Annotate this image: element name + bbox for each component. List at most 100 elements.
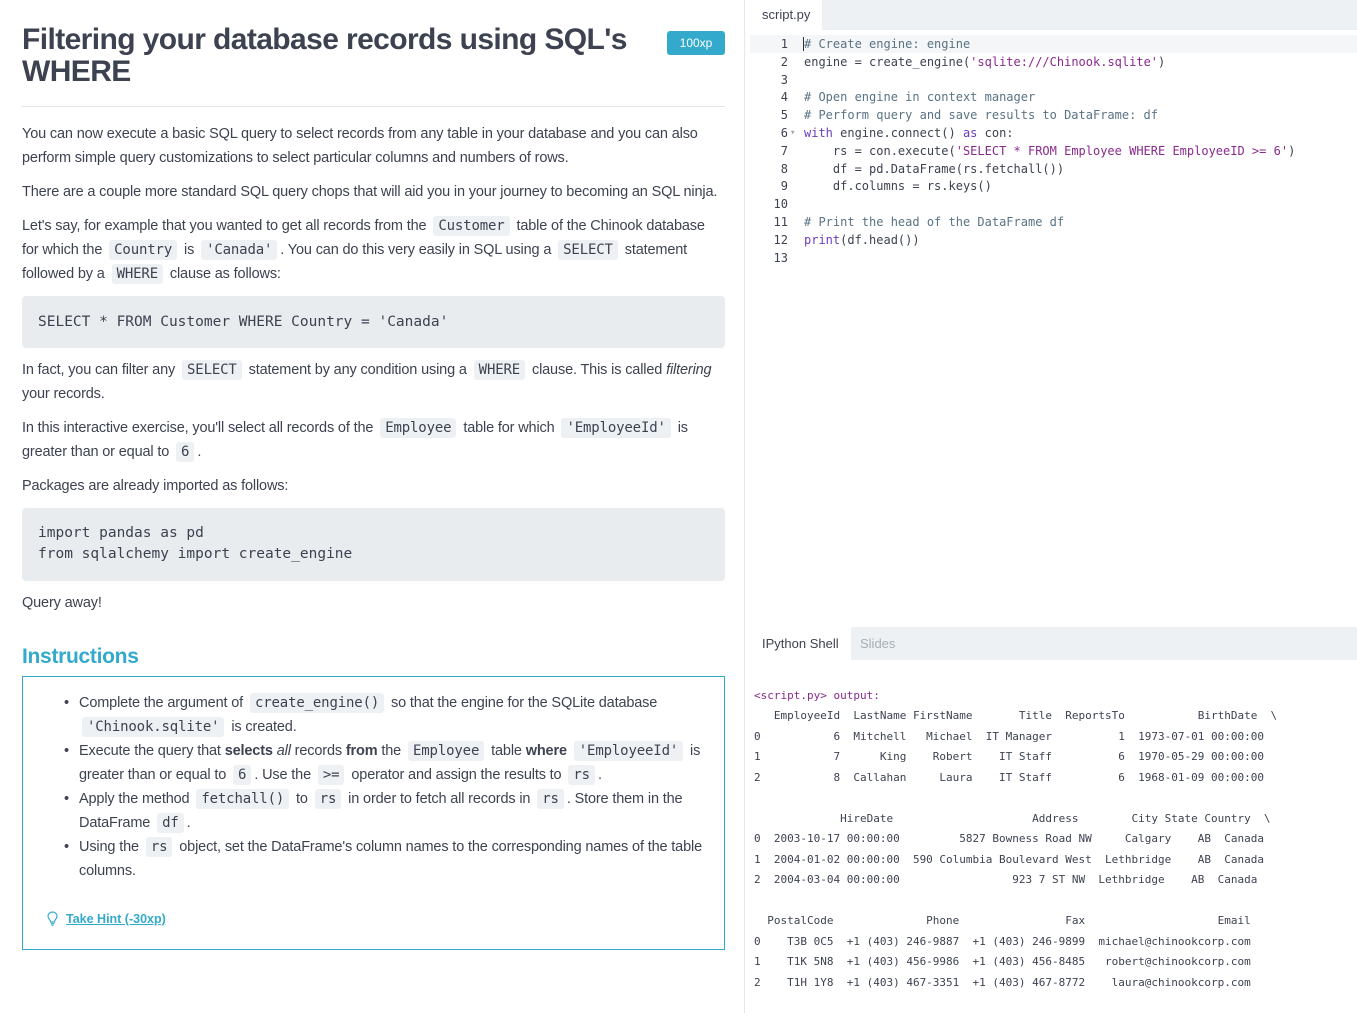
- inline-code: df: [157, 813, 184, 833]
- code-text: print(df.head()): [804, 231, 920, 249]
- instructions-box: • Complete the argument of create_engine…: [22, 676, 725, 950]
- tab-slides[interactable]: Slides: [848, 627, 907, 660]
- inline-code: 'EmployeeId': [573, 741, 684, 761]
- code-line[interactable]: 8 df = pd.DataFrame(rs.fetchall()): [750, 160, 1357, 178]
- shell-output-line: 1 7 King Robert IT Staff 6 1970-05-29 00…: [754, 750, 1264, 763]
- description-paragraph-5: In this interactive exercise, you'll sel…: [22, 416, 725, 464]
- shell-output-line: EmployeeId LastName FirstName Title Repo…: [754, 709, 1278, 722]
- code-line[interactable]: 9 df.columns = rs.keys(): [750, 177, 1357, 195]
- code-token: ): [1288, 143, 1296, 158]
- code-token: # Print the head of the DataFrame df: [804, 215, 1065, 229]
- code-token: rs = con.execute(: [804, 143, 956, 158]
- line-number: 12: [773, 232, 788, 247]
- inline-code: SELECT: [558, 240, 618, 260]
- text: In this interactive exercise, you'll sel…: [22, 420, 374, 436]
- shell-output-line: 0 T3B 0C5 +1 (403) 246-9887 +1 (403) 246…: [754, 934, 1251, 948]
- inline-code: Employee: [380, 418, 457, 438]
- inline-code: 'Canada': [201, 240, 278, 260]
- bold-text: from: [345, 743, 378, 759]
- take-hint-link[interactable]: Take Hint (-30xp): [47, 911, 166, 926]
- title-divider: [22, 106, 725, 107]
- code-line: from sqlalchemy import create_engine: [38, 546, 353, 562]
- description-paragraph-7: Query away!: [22, 595, 102, 611]
- shell-output-line: HireDate Address City State Country \: [754, 811, 1271, 825]
- code-line[interactable]: 1 # Create engine: engine: [750, 35, 1357, 53]
- inline-code: 'EmployeeId': [561, 418, 671, 438]
- text: in order to fetch all records in: [348, 791, 531, 807]
- code-text: # Create engine: engine: [804, 35, 970, 53]
- code-editor[interactable]: 1 # Create engine: engine 2 engine = create…: [750, 30, 1357, 625]
- code-text: df.columns = rs.keys(): [804, 177, 992, 195]
- import-code-block: import pandas as pd from sqlalchemy impor…: [22, 508, 725, 581]
- ipython-shell-output[interactable]: <script.py> output: EmployeeId LastName …: [750, 660, 1357, 1013]
- editor-tab-bar: script.py: [750, 0, 1357, 30]
- code-token: # Open engine in context manager: [804, 90, 1036, 105]
- code-token: df = pd.DataFrame(rs.fetchall()): [804, 161, 1065, 176]
- shell-output-line: 2 T1H 1Y8 +1 (403) 467-3351 +1 (403) 467…: [754, 975, 1251, 989]
- shell-output-line: 2 2004-03-04 00:00:00 923 7 ST NW Lethbr…: [754, 873, 1258, 886]
- description-paragraph-4: In fact, you can filter any SELECT state…: [22, 358, 725, 406]
- code-line[interactable]: 7 rs = con.execute('SELECT * FROM Employ…: [750, 142, 1357, 160]
- inline-code: >=: [317, 765, 345, 785]
- text: . You can do this very easily in SQL usi…: [280, 242, 552, 258]
- code-line[interactable]: 10: [750, 195, 1357, 213]
- tab-ipython-shell[interactable]: IPython Shell: [750, 627, 851, 660]
- text: object, set the DataFrame's column names…: [79, 839, 702, 879]
- code-text: # Perform query and save results to Data…: [804, 106, 1158, 124]
- bullet: •: [64, 743, 69, 759]
- code-token: with: [804, 126, 833, 140]
- text: Complete the argument of: [79, 695, 244, 711]
- code-line[interactable]: 6 ▾ with engine.connect() as con:: [750, 124, 1357, 142]
- text: Execute the query that: [79, 743, 221, 759]
- text: to: [296, 791, 308, 807]
- text: .: [186, 815, 191, 831]
- instruction-item: • Using the rs object, set the DataFrame…: [64, 835, 709, 883]
- line-number: 13: [773, 250, 788, 265]
- shell-output-line: 2 8 Callahan Laura IT Staff 6 1968-01-09…: [754, 770, 1264, 784]
- line-number: 9: [780, 179, 788, 194]
- code-line[interactable]: 12 print(df.head()): [750, 231, 1357, 249]
- code-text: # Open engine in context manager: [804, 88, 1035, 106]
- code-token: # Perform query and save results to Data…: [804, 108, 1159, 123]
- code-line[interactable]: 11 # Print the head of the DataFrame df: [750, 213, 1357, 231]
- code-line: import pandas as pd: [38, 525, 204, 541]
- inline-code: Employee: [408, 741, 485, 761]
- shell-prompt: <script.py> output:: [754, 689, 880, 702]
- text: the: [381, 743, 402, 759]
- text: table for which: [463, 420, 555, 436]
- code-text: rs = con.execute('SELECT * FROM Employee…: [804, 142, 1295, 160]
- code-line[interactable]: 5 # Perform query and save results to Dat…: [750, 106, 1357, 124]
- workspace-pane: script.py 1 # Create engine: engine 2 engin…: [750, 0, 1357, 1013]
- tab-script-py[interactable]: script.py: [750, 0, 823, 30]
- italic-text: all: [276, 743, 291, 759]
- fold-arrow-icon[interactable]: ▾: [790, 124, 795, 142]
- description-paragraph-2: There are a couple more standard SQL que…: [22, 184, 718, 200]
- lightbulb-icon: [47, 911, 58, 926]
- hint-label: Take Hint (-30xp): [66, 911, 166, 926]
- code-line[interactable]: 13: [750, 249, 1357, 267]
- text: table: [491, 743, 522, 759]
- text: Using the: [79, 839, 139, 855]
- line-number: 6: [780, 126, 788, 140]
- line-number: 2: [780, 54, 788, 69]
- emphasis: filtering: [666, 362, 712, 378]
- code-line[interactable]: 2 engine = create_engine('sqlite:///Chino…: [750, 53, 1357, 71]
- bullet: •: [64, 791, 69, 807]
- code-line[interactable]: 3: [750, 71, 1357, 89]
- code-token: # Create engine: engine: [804, 37, 971, 51]
- text: Apply the method: [79, 791, 190, 807]
- bold-text: selects: [224, 743, 273, 759]
- inline-code: 6: [233, 765, 252, 785]
- description-paragraph-3: Let's say, for example that you wanted t…: [22, 214, 725, 286]
- line-number: 10: [773, 197, 788, 212]
- text: Let's say, for example that you wanted t…: [22, 218, 427, 234]
- inline-code: Customer: [433, 216, 510, 236]
- line-number: 3: [780, 72, 788, 87]
- instructions-heading: Instructions: [22, 645, 139, 668]
- text: records: [294, 743, 342, 759]
- line-number: 7: [780, 143, 788, 158]
- text: .: [597, 767, 602, 783]
- code-line[interactable]: 4 # Open engine in context manager: [750, 88, 1357, 106]
- bold-text: where: [525, 743, 567, 759]
- description-paragraph-1: You can now execute a basic SQL query to…: [22, 126, 698, 166]
